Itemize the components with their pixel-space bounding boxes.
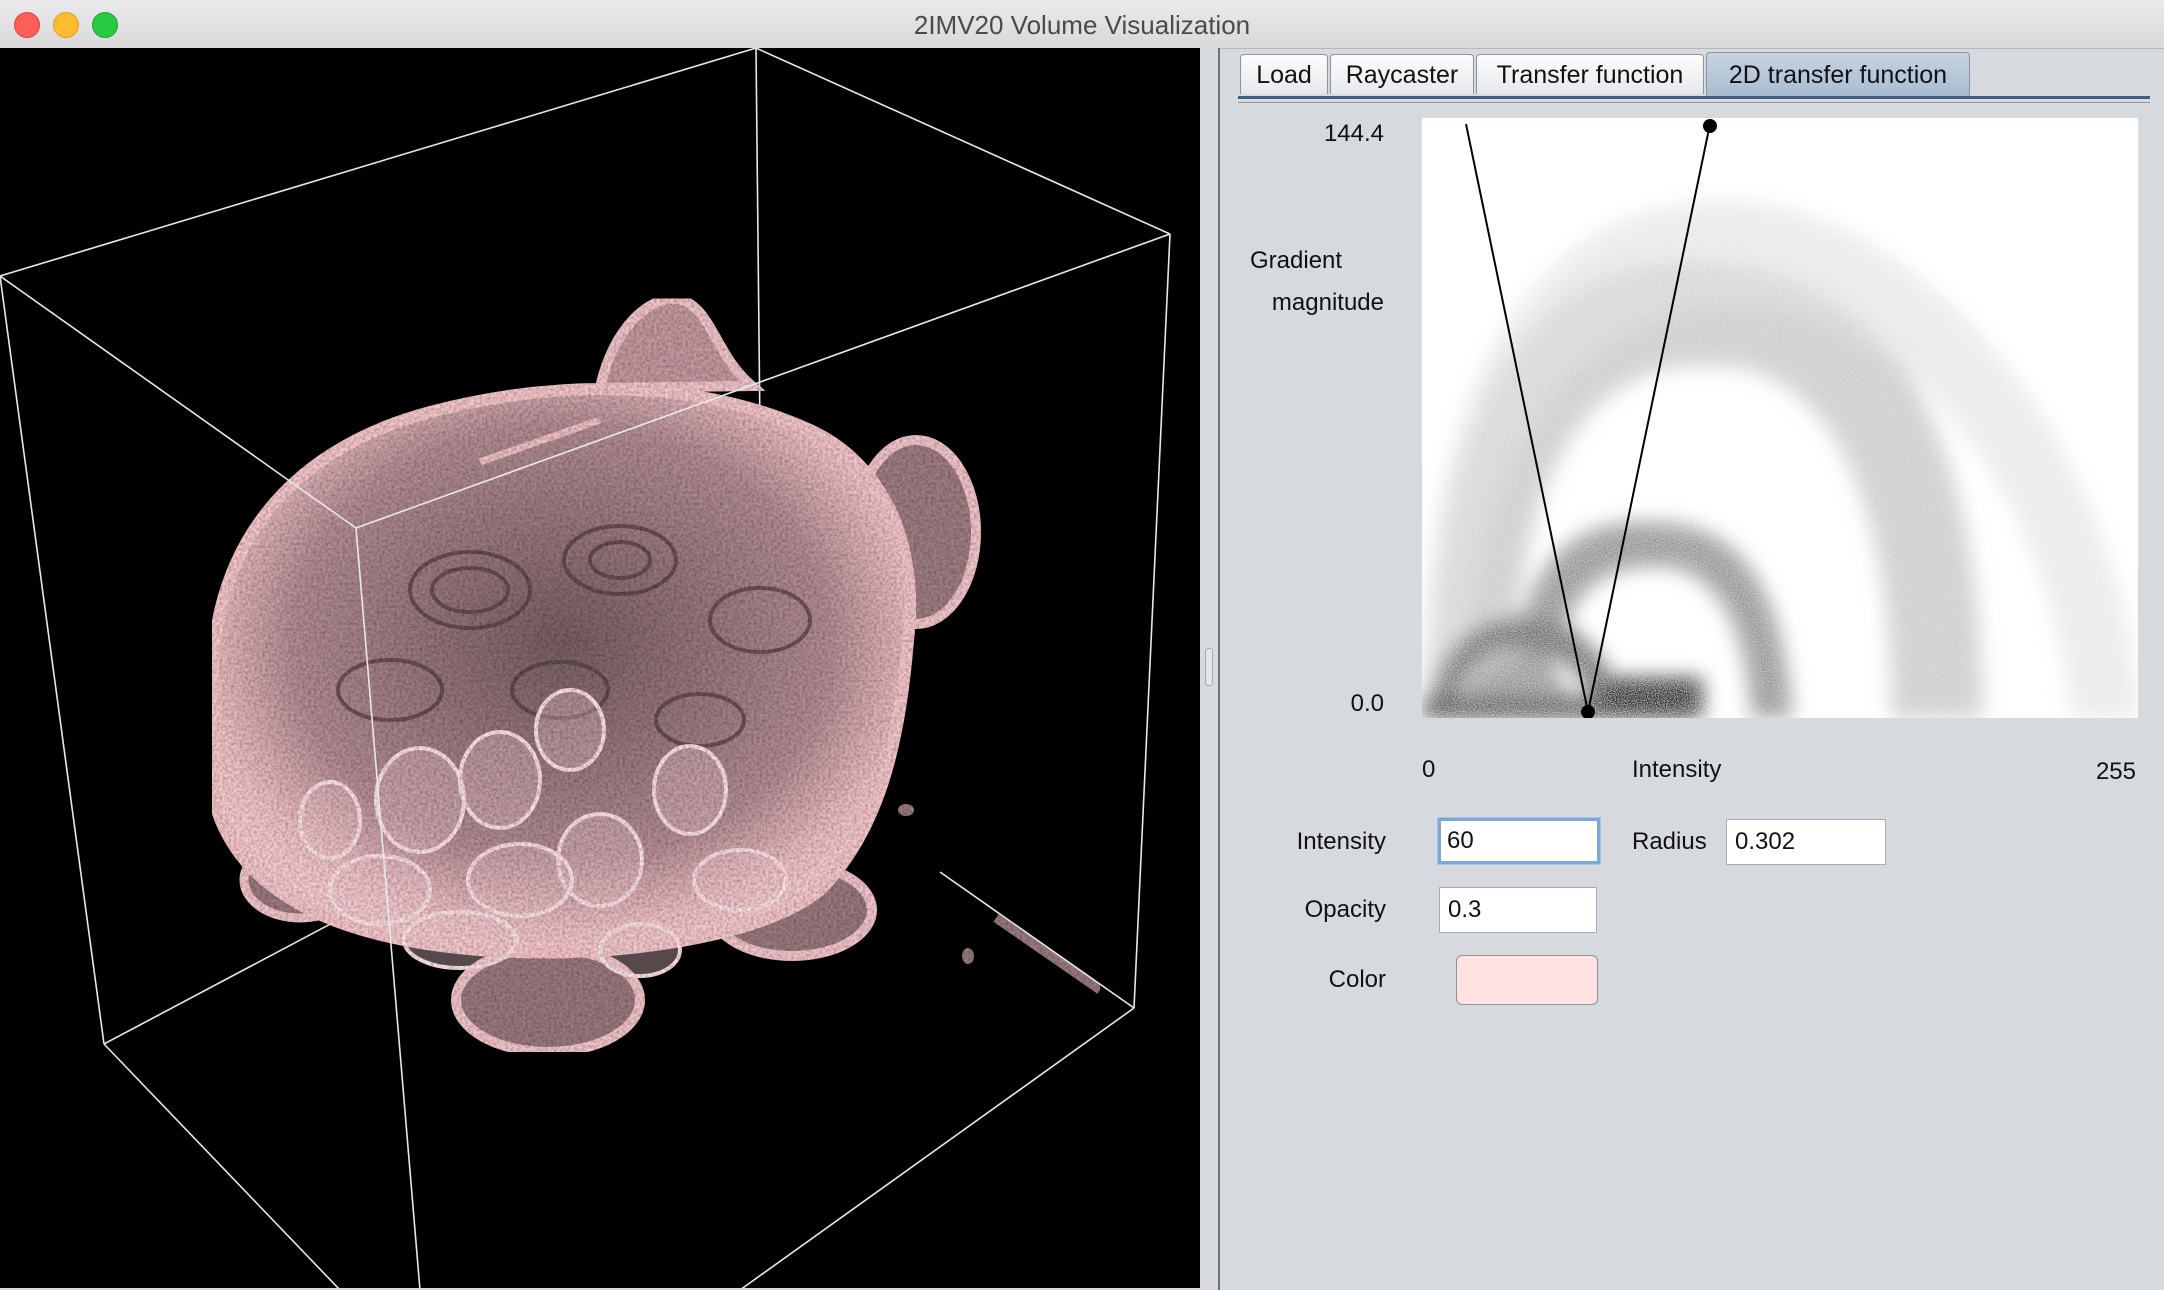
tab-2d-transfer-function[interactable]: 2D transfer function (1706, 52, 1970, 96)
volume-object (206, 293, 1103, 1057)
x-axis-max-label: 255 (2095, 758, 2136, 785)
opacity-label: Opacity (1304, 896, 1386, 923)
2d-transfer-function-plot[interactable] (1422, 118, 2138, 718)
volume-render-viewport[interactable] (0, 48, 1200, 1288)
y-axis-title-line1: Gradient (1250, 247, 1343, 274)
tab-raycaster[interactable]: Raycaster (1330, 54, 1474, 94)
divider-grip[interactable] (1205, 648, 1213, 686)
tab-load[interactable]: Load (1240, 54, 1328, 94)
x-axis-min-label: 0 (1422, 756, 1436, 783)
tab-underline-thin (1238, 102, 2150, 103)
title-bar: 2IMV20 Volume Visualization (0, 0, 2164, 49)
y-axis-min-label: 0.0 (1350, 690, 1384, 717)
histogram-density (1422, 201, 2138, 718)
color-picker-button[interactable] (1456, 955, 1598, 1005)
radius-label: Radius (1632, 828, 1707, 855)
window-title: 2IMV20 Volume Visualization (913, 10, 1251, 40)
tab-underline (1238, 96, 2150, 99)
tab-transfer-function[interactable]: Transfer function (1476, 54, 1704, 94)
y-axis-title: Gradient magnitude (1248, 240, 1384, 324)
intensity-input[interactable] (1438, 818, 1600, 864)
y-axis-max-label: 144.4 (1323, 120, 1384, 147)
split-divider[interactable] (1200, 48, 1220, 1290)
volume-render-canvas[interactable] (0, 48, 1200, 1288)
y-axis-title-line2: magnitude (1271, 289, 1384, 316)
radius-input[interactable] (1726, 819, 1886, 865)
intensity-label: Intensity (1296, 828, 1386, 855)
histogram-canvas[interactable] (1422, 118, 2138, 718)
color-label: Color (1328, 966, 1386, 993)
opacity-input[interactable] (1439, 887, 1597, 933)
tf-radius-handle[interactable] (1703, 119, 1717, 133)
x-axis-title: Intensity (1632, 756, 1722, 783)
